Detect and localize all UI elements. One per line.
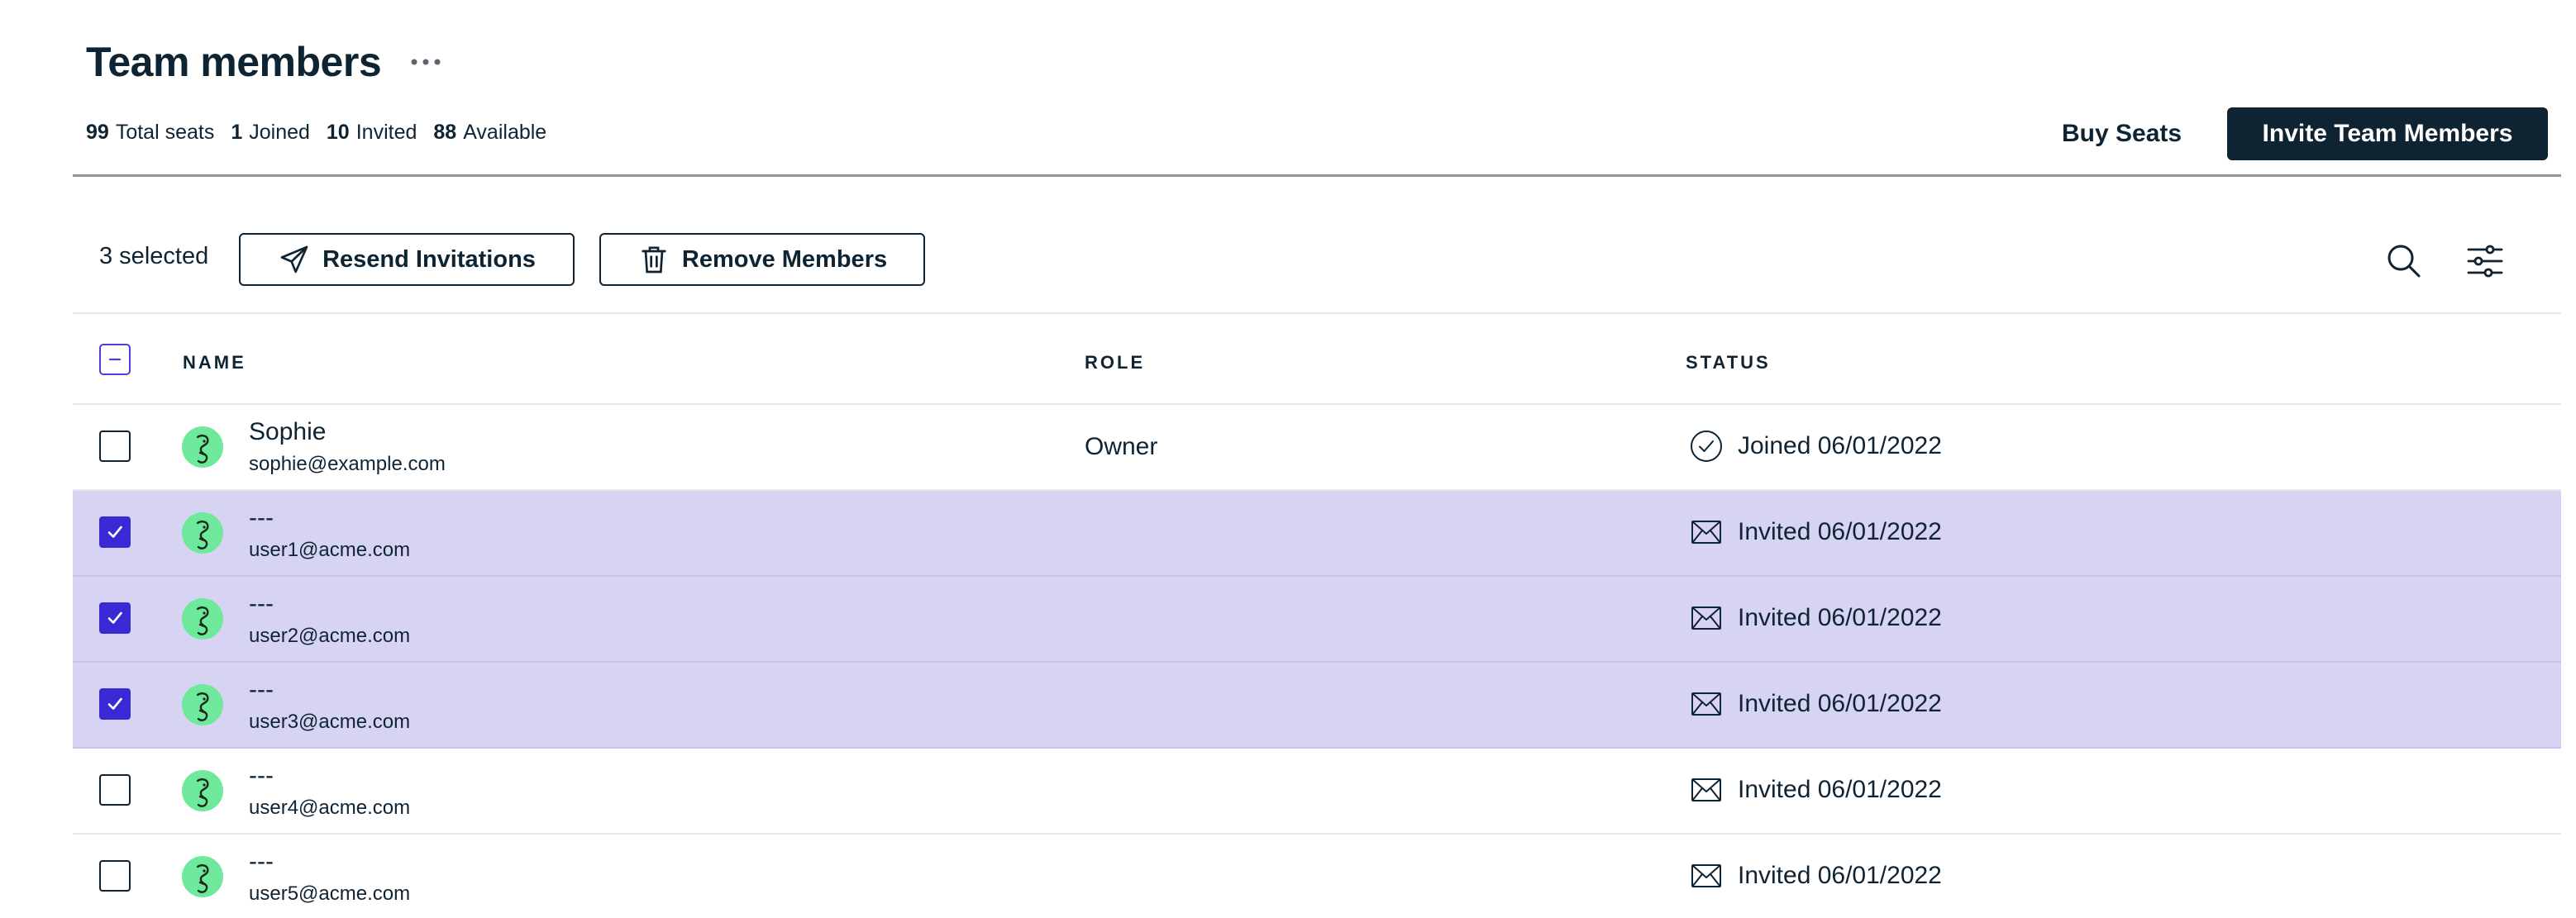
avatar	[182, 426, 223, 468]
row-checkbox[interactable]	[99, 860, 131, 892]
member-email: user2@acme.com	[249, 625, 411, 647]
status-text: Invited 06/01/2022	[1738, 862, 1942, 889]
status-text: Invited 06/01/2022	[1738, 776, 1942, 803]
remove-members-button[interactable]: Remove Members	[599, 233, 925, 286]
ellipsis-icon	[411, 59, 441, 65]
table-row[interactable]: --- user1@acme.com Invited 06/01/2022	[73, 491, 2561, 577]
envelope-icon	[1688, 686, 1724, 722]
member-name: ---	[249, 676, 274, 703]
column-header-name[interactable]: NAME	[183, 352, 246, 373]
column-header-status[interactable]: STATUS	[1686, 352, 1771, 373]
member-status: Invited 06/01/2022	[1688, 772, 1942, 808]
checkmark-icon	[104, 693, 126, 715]
avatar	[182, 512, 223, 554]
minus-icon	[108, 358, 122, 361]
page-title: Team members	[86, 39, 382, 85]
member-status: Joined 06/01/2022	[1688, 428, 1942, 464]
send-icon	[278, 243, 311, 276]
seat-stat-available: 88 Available	[433, 121, 547, 144]
table-row[interactable]: Sophie sophie@example.com Owner Joined 06/0…	[73, 405, 2561, 491]
column-header-role[interactable]: ROLE	[1085, 352, 1145, 373]
buy-seats-button[interactable]: Buy Seats	[2042, 107, 2202, 160]
selected-count: 3 selected	[99, 243, 209, 269]
checkmark-icon	[104, 607, 126, 629]
member-name: Sophie	[249, 418, 327, 445]
envelope-icon	[1688, 514, 1724, 550]
member-name: ---	[249, 504, 274, 531]
invite-team-members-button[interactable]: Invite Team Members	[2227, 107, 2548, 160]
member-name: ---	[249, 848, 274, 875]
row-checkbox[interactable]	[99, 516, 131, 548]
filter-button[interactable]	[2462, 238, 2508, 284]
avatar	[182, 770, 223, 811]
member-status: Invited 06/01/2022	[1688, 514, 1942, 550]
trash-icon	[637, 243, 670, 276]
status-text: Invited 06/01/2022	[1738, 690, 1942, 717]
member-email: user4@acme.com	[249, 797, 411, 819]
table-row[interactable]: --- user2@acme.com Invited 06/01/2022	[73, 577, 2561, 663]
sliders-icon	[2467, 245, 2503, 278]
member-status: Invited 06/01/2022	[1688, 600, 1942, 636]
status-text: Invited 06/01/2022	[1738, 604, 1942, 631]
table-row[interactable]: --- user5@acme.com Invited 06/01/2022	[73, 835, 2561, 918]
avatar	[182, 684, 223, 725]
row-checkbox[interactable]	[99, 688, 131, 720]
page-header: Team members	[86, 38, 444, 86]
table-header: NAME ROLE STATUS	[73, 312, 2561, 405]
search-button[interactable]	[2381, 238, 2427, 284]
resend-invitations-button[interactable]: Resend Invitations	[239, 233, 575, 286]
seat-stat-invited: 10 Invited	[326, 121, 417, 144]
status-text: Joined 06/01/2022	[1738, 432, 1942, 459]
seat-stat-joined: 1 Joined	[231, 121, 310, 144]
member-status: Invited 06/01/2022	[1688, 686, 1942, 722]
row-checkbox[interactable]	[99, 774, 131, 806]
seat-stats: 99 Total seats 1 Joined 10 Invited 88 Availa…	[86, 121, 563, 145]
row-checkbox[interactable]	[99, 430, 131, 462]
avatar	[182, 856, 223, 897]
envelope-icon	[1688, 600, 1724, 636]
member-email: user5@acme.com	[249, 882, 411, 905]
member-name: ---	[249, 762, 274, 789]
member-email: user1@acme.com	[249, 539, 411, 561]
remove-members-label: Remove Members	[681, 245, 888, 273]
envelope-icon	[1688, 858, 1724, 894]
member-status: Invited 06/01/2022	[1688, 858, 1942, 894]
status-text: Invited 06/01/2022	[1738, 518, 1942, 545]
checkmark-icon	[104, 521, 126, 543]
member-email: user3@acme.com	[249, 711, 411, 733]
select-all-checkbox[interactable]	[99, 344, 131, 375]
table-body: Sophie sophie@example.com Owner Joined 06/0…	[73, 405, 2561, 918]
search-icon	[2388, 245, 2421, 278]
header-divider	[73, 174, 2561, 177]
seat-stat-total: 99 Total seats	[86, 121, 215, 144]
members-table: NAME ROLE STATUS Sophie sophie@example.co…	[73, 312, 2561, 918]
table-row[interactable]: --- user3@acme.com Invited 06/01/2022	[73, 663, 2561, 749]
member-email: sophie@example.com	[249, 453, 446, 475]
member-name: ---	[249, 590, 274, 617]
avatar	[182, 598, 223, 640]
row-checkbox[interactable]	[99, 602, 131, 634]
envelope-icon	[1688, 772, 1724, 808]
member-role: Owner	[1085, 433, 1158, 460]
check-circle-icon	[1688, 428, 1724, 464]
bulk-actions-toolbar: 3 selected Resend Invitations Remove Mem…	[73, 223, 2561, 311]
more-options-button[interactable]	[408, 50, 444, 74]
table-row[interactable]: --- user4@acme.com Invited 06/01/2022	[73, 749, 2561, 835]
resend-invitations-label: Resend Invitations	[322, 245, 536, 273]
